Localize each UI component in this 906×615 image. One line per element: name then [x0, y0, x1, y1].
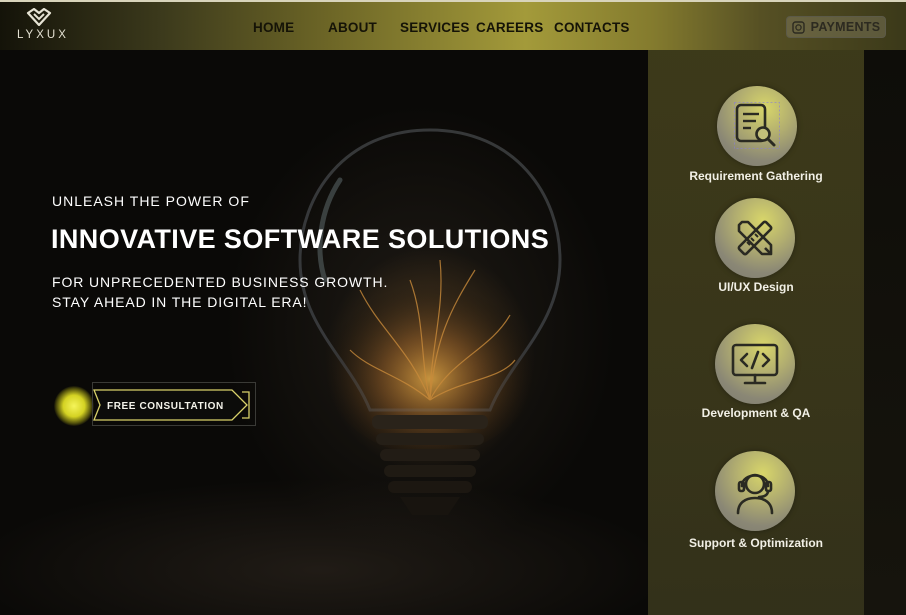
headset-support-icon — [736, 473, 774, 515]
pencil-ruler-icon — [737, 220, 773, 256]
top-navigation-bar: LYXUX HOME ABOUT SERVICES CAREERS CONTAC… — [0, 0, 906, 50]
hero-subline-2: STAY AHEAD IN THE DIGITAL ERA! — [52, 294, 308, 310]
nav-contacts-link[interactable]: CONTACTS — [554, 20, 630, 35]
nav-home-link[interactable]: HOME — [253, 20, 294, 35]
service-requirement-gathering[interactable]: Requirement Gathering — [648, 86, 864, 186]
development-qa-label: Development & QA — [701, 406, 811, 420]
cta-glow-dot — [54, 386, 94, 426]
ui-ux-design-icon-circle — [715, 198, 795, 278]
ui-ux-design-label: UI/UX Design — [718, 280, 794, 294]
support-optimization-icon-circle — [715, 451, 795, 531]
hero-headline: INNOVATIVE SOFTWARE SOLUTIONS — [51, 224, 550, 254]
hero-subline-1: FOR UNPRECEDENTED BUSINESS GROWTH. — [52, 274, 389, 290]
service-development-qa[interactable]: Development & QA — [648, 324, 864, 424]
free-consultation-label: FREE CONSULTATION — [107, 401, 224, 412]
service-support-optimization[interactable]: Support & Optimization — [648, 451, 864, 551]
brand-logo-text: LYXUX — [17, 29, 69, 41]
right-edge-strip — [864, 50, 906, 615]
nav-careers-link[interactable]: CAREERS — [476, 20, 543, 35]
brand-logo-icon — [26, 8, 52, 26]
nav-services-link[interactable]: SERVICES — [400, 20, 470, 35]
payment-card-icon — [791, 20, 805, 34]
payments-button-label: PAYMENTS — [810, 20, 881, 34]
support-optimization-label: Support & Optimization — [689, 536, 823, 550]
lightbulb-illustration — [298, 128, 562, 515]
service-ui-ux-design[interactable]: UI/UX Design — [648, 198, 864, 298]
requirement-gathering-label: Requirement Gathering — [689, 169, 823, 183]
document-search-icon — [734, 102, 780, 149]
brand-logo[interactable]: LYXUX — [14, 8, 69, 41]
payments-button[interactable]: PAYMENTS — [786, 16, 886, 38]
code-monitor-icon — [731, 343, 779, 385]
requirement-gathering-icon-circle — [717, 86, 797, 166]
nav-about-link[interactable]: ABOUT — [328, 20, 377, 35]
free-consultation-button[interactable]: FREE CONSULTATION — [52, 382, 257, 426]
hero-tagline: UNLEASH THE POWER OF — [52, 193, 250, 209]
development-qa-icon-circle — [715, 324, 795, 404]
